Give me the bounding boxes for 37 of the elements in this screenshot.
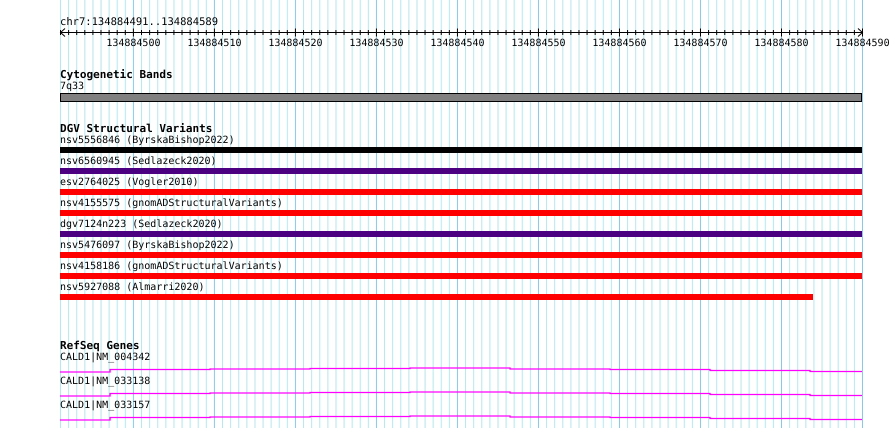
variant-label: dgv7124n223 (Sedlazeck2020) — [60, 219, 224, 231]
ruler-label: 134884540 — [430, 38, 485, 49]
track-title: RefSeq Genes — [60, 340, 140, 352]
variant-bar[interactable] — [60, 147, 862, 153]
band-label: 7q33 — [60, 81, 84, 93]
variant-bar[interactable] — [60, 210, 862, 216]
variant-bar[interactable] — [60, 168, 862, 174]
variant-label: esv2764025 (Vogler2010) — [60, 177, 200, 189]
ruler-label: 134884580 — [754, 38, 809, 49]
ruler-label: 134884500 — [106, 38, 160, 49]
variant-label: nsv5927088 (Almarri2020) — [60, 282, 206, 294]
ruler-label: 134884590 — [835, 38, 890, 49]
gene-line[interactable] — [60, 415, 862, 421]
variant-bar[interactable] — [60, 273, 862, 279]
track-title: DGV Structural Variants — [60, 123, 212, 135]
variant-label: nsv4155575 (gnomADStructuralVariants) — [60, 198, 284, 210]
gene-label: CALD1|NM_004342 — [60, 352, 152, 364]
gene-line[interactable] — [60, 367, 862, 373]
variant-label: nsv4158186 (gnomADStructuralVariants) — [60, 261, 284, 273]
genomic-location: chr7:134884491..134884589 — [60, 15, 218, 29]
gene-line[interactable] — [60, 391, 862, 397]
ruler-label: 134884570 — [673, 38, 728, 49]
ruler-label: 134884560 — [592, 38, 647, 49]
ruler-label: 134884530 — [349, 38, 404, 49]
track-title: Cytogenetic Bands — [60, 69, 173, 81]
variant-label: nsv6560945 (Sedlazeck2020) — [60, 156, 218, 168]
variant-label: nsv5556846 (ByrskaBishop2022) — [60, 135, 236, 147]
ruler-label: 134884550 — [511, 38, 566, 49]
ruler-label: 134884520 — [268, 38, 323, 49]
variant-bar[interactable] — [60, 231, 862, 237]
variant-bar[interactable] — [60, 252, 862, 258]
variant-label: nsv5476097 (ByrskaBishop2022) — [60, 240, 236, 252]
gene-label: CALD1|NM_033138 — [60, 376, 152, 388]
variant-bar[interactable] — [60, 189, 862, 195]
variant-bar[interactable] — [60, 294, 813, 300]
gene-label: CALD1|NM_033157 — [60, 400, 152, 412]
ruler-label: 134884510 — [187, 38, 242, 49]
